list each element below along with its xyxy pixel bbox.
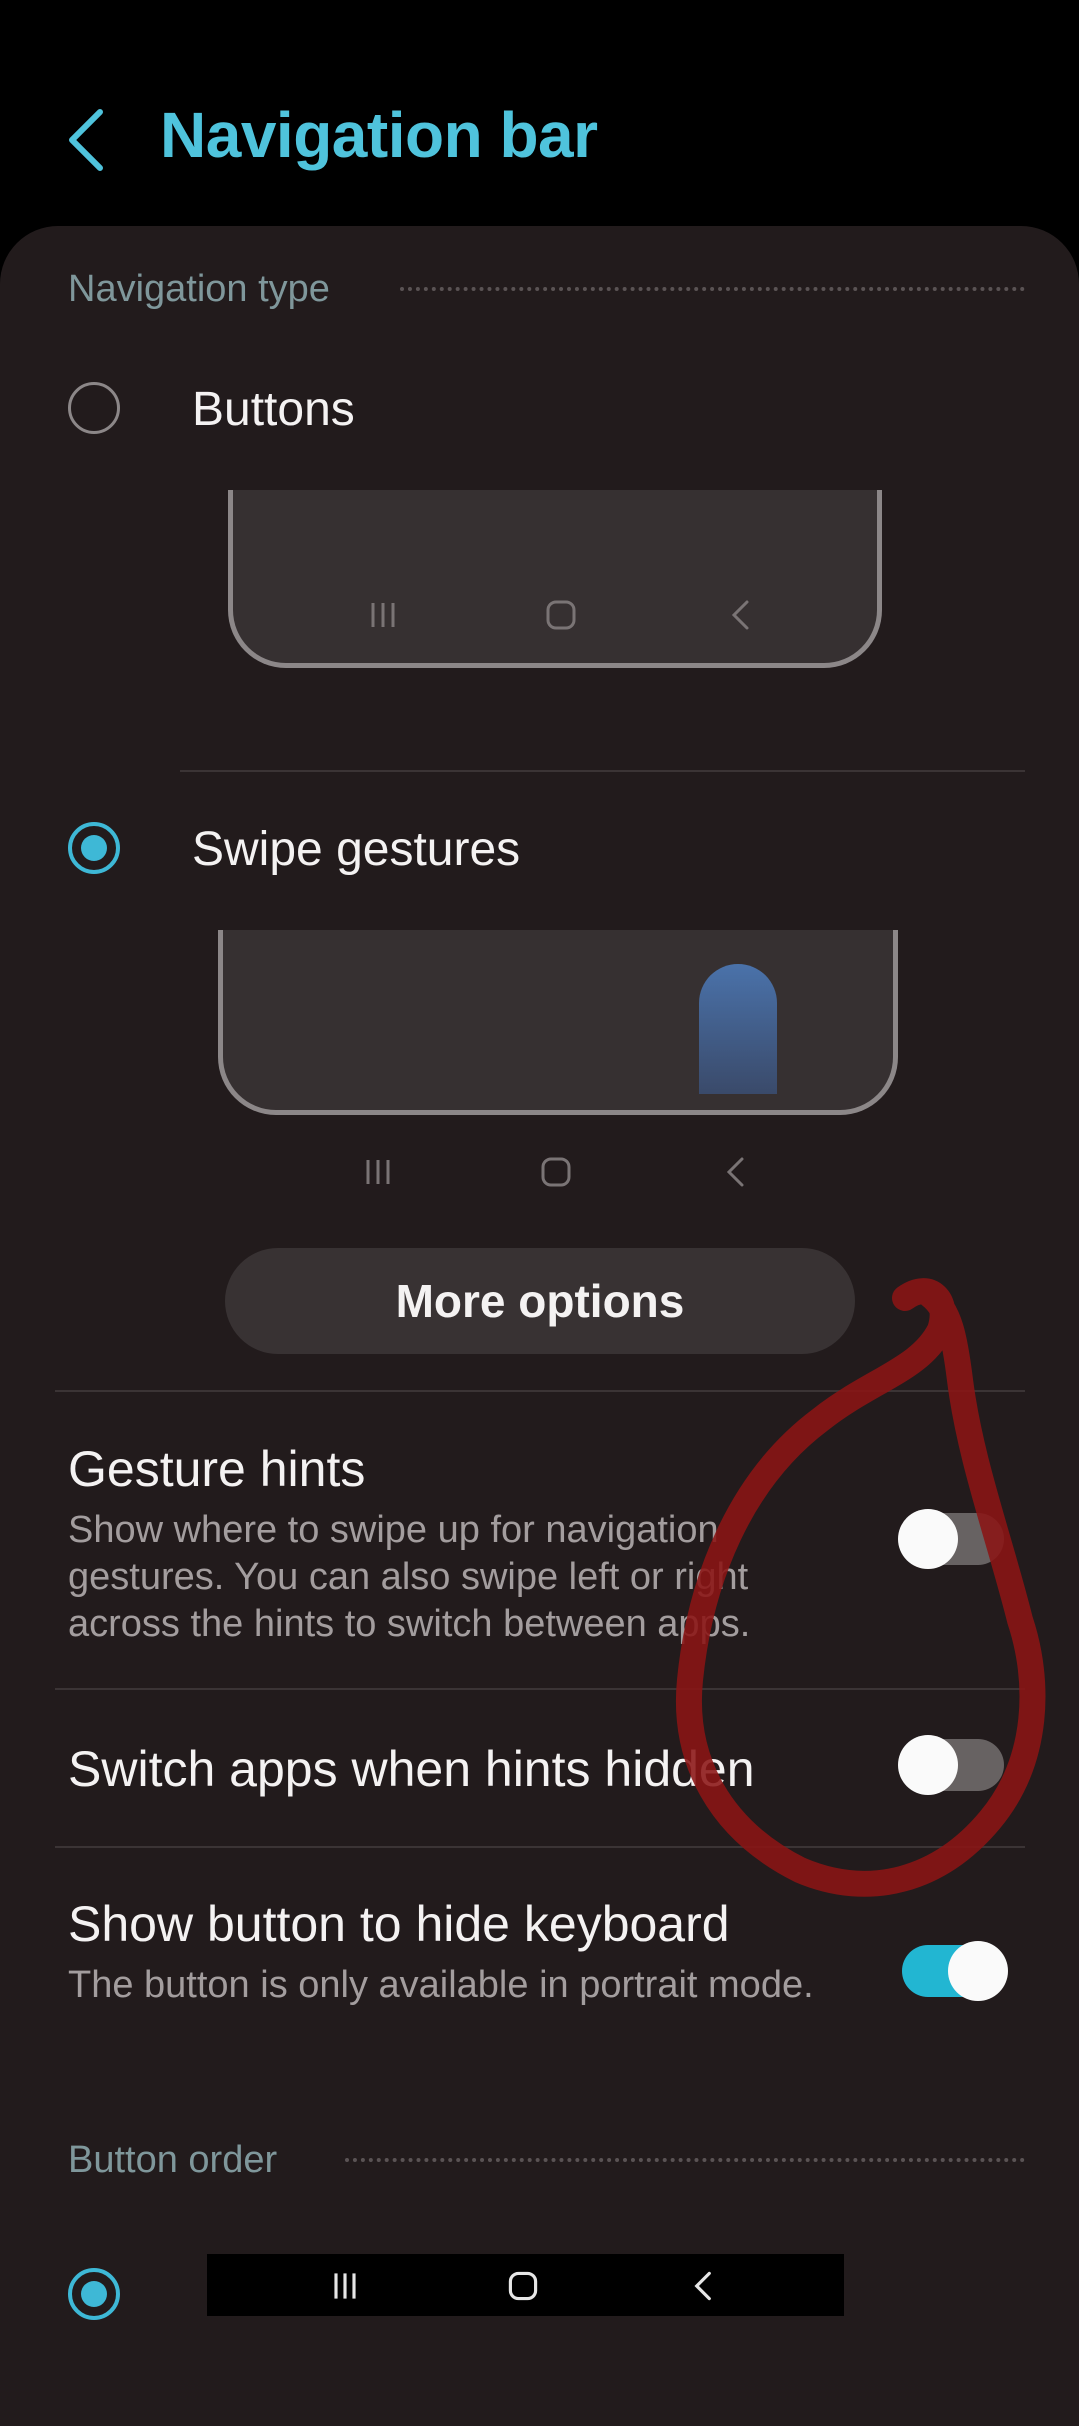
more-options-button[interactable]: More options: [225, 1248, 855, 1354]
preview-swipe-gestures[interactable]: [218, 930, 898, 1115]
recents-icon: [371, 603, 395, 627]
radio-swipe-gestures[interactable]: [68, 822, 120, 874]
home-icon: [541, 1157, 571, 1187]
gesture-hints-title: Gesture hints: [68, 1441, 366, 1497]
hide-keyboard-toggle[interactable]: [902, 1941, 1008, 2001]
toggle-knob: [898, 1735, 958, 1795]
option-swipe-gestures-label: Swipe gestures: [192, 823, 521, 876]
preview-buttons[interactable]: [228, 490, 882, 668]
page-title: Navigation bar: [160, 99, 598, 171]
home-icon[interactable]: [505, 2268, 541, 2304]
section-label-navigation-type: Navigation type: [68, 268, 330, 310]
option-swipe-gestures[interactable]: Swipe gestures: [40, 800, 1040, 900]
option-buttons-label: Buttons: [192, 383, 355, 436]
section-divider: [345, 2158, 1025, 2162]
toggle-knob: [898, 1509, 958, 1569]
divider: [180, 770, 1025, 772]
option-buttons[interactable]: Buttons: [40, 360, 1040, 460]
switch-apps-toggle[interactable]: [898, 1735, 1004, 1795]
system-navigation-bar: [207, 2254, 844, 2316]
back-icon[interactable]: [685, 2268, 721, 2304]
recents-icon[interactable]: [327, 2268, 363, 2304]
switch-apps-title: Switch apps when hints hidden: [68, 1741, 755, 1797]
hide-keyboard-title: Show button to hide keyboard: [68, 1896, 730, 1952]
gesture-hints-description: Show where to swipe up for navigation ge…: [68, 1509, 751, 1645]
toggle-knob: [948, 1941, 1008, 2001]
gesture-hints-toggle[interactable]: [898, 1509, 1004, 1569]
recents-icon: [366, 1160, 390, 1184]
radio-buttons[interactable]: [68, 382, 120, 434]
home-icon: [546, 600, 576, 630]
gesture-hint-thumb: [699, 964, 777, 1094]
back-icon: [726, 1157, 744, 1187]
section-label-button-order: Button order: [68, 2139, 278, 2181]
radio-button-order[interactable]: [68, 2268, 120, 2320]
section-divider: [400, 287, 1025, 291]
back-icon: [731, 600, 749, 630]
hide-keyboard-description: The button is only available in portrait…: [68, 1964, 814, 2006]
chevron-left-icon[interactable]: [58, 100, 118, 180]
